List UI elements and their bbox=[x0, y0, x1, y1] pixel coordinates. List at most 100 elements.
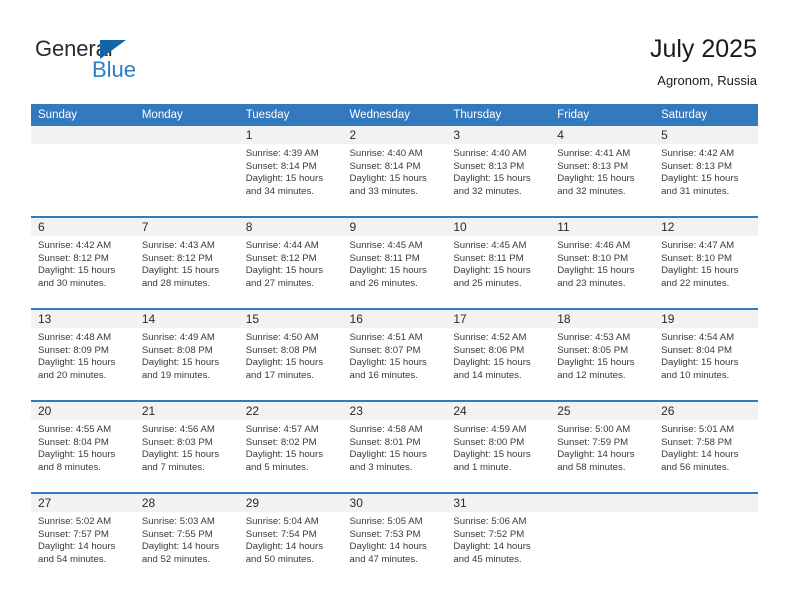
day-number-cell[interactable]: 13 bbox=[31, 308, 135, 328]
sunrise-text: Sunrise: 4:56 AM bbox=[141, 424, 215, 435]
day-number-cell[interactable]: 3 bbox=[446, 126, 551, 144]
day-number-cell[interactable]: 10 bbox=[446, 216, 551, 236]
day-number-cell[interactable]: 27 bbox=[31, 492, 135, 512]
calendar-table-wrapper: Sunday Monday Tuesday Wednesday Thursday… bbox=[31, 104, 758, 585]
daylight-text-line1: Daylight: 14 hours bbox=[557, 449, 635, 461]
day-detail-cell: Sunrise: 4:54 AM Sunset: 8:04 PM Dayligh… bbox=[654, 328, 758, 401]
day-detail-cell: Sunrise: 4:55 AM Sunset: 8:04 PM Dayligh… bbox=[31, 420, 135, 493]
day-number-cell[interactable]: 30 bbox=[342, 492, 447, 512]
day-number-cell[interactable] bbox=[550, 492, 655, 512]
daylight-text-line2: and 17 minutes. bbox=[245, 369, 314, 381]
daylight-text-line1: Daylight: 15 hours bbox=[245, 449, 324, 461]
daylight-text-line2: and 12 minutes. bbox=[557, 369, 626, 381]
day-number-cell[interactable]: 7 bbox=[134, 216, 239, 236]
day-number-cell[interactable]: 31 bbox=[446, 492, 551, 512]
day-detail-cell: Sunrise: 4:39 AM Sunset: 8:14 PM Dayligh… bbox=[238, 144, 343, 217]
day-detail-cell: Sunrise: 4:47 AM Sunset: 8:10 PM Dayligh… bbox=[654, 236, 758, 309]
day-number-cell[interactable]: 11 bbox=[550, 216, 655, 236]
sunrise-text: Sunrise: 4:44 AM bbox=[245, 240, 319, 251]
page-title: July 2025 bbox=[649, 35, 757, 63]
sunrise-text: Sunrise: 4:45 AM bbox=[349, 240, 423, 251]
day-detail-cell bbox=[550, 512, 655, 585]
sunset-text: Sunset: 7:57 PM bbox=[38, 528, 109, 540]
weekday-header-wednesday: Wednesday bbox=[342, 104, 447, 126]
daylight-text-line1: Daylight: 15 hours bbox=[245, 265, 324, 277]
daylight-text-line2: and 1 minute. bbox=[453, 461, 512, 473]
day-number-cell[interactable]: 5 bbox=[654, 126, 758, 144]
day-number-cell[interactable]: 25 bbox=[550, 400, 655, 420]
day-number-cell[interactable]: 2 bbox=[342, 126, 447, 144]
day-number-cell[interactable]: 4 bbox=[550, 126, 655, 144]
day-number-cell[interactable]: 19 bbox=[654, 308, 758, 328]
day-number-cell[interactable]: 26 bbox=[654, 400, 758, 420]
day-number-cell[interactable]: 1 bbox=[238, 126, 343, 144]
day-number-cell[interactable]: 14 bbox=[134, 308, 239, 328]
sunrise-text: Sunrise: 4:58 AM bbox=[349, 424, 423, 435]
daylight-text-line1: Daylight: 15 hours bbox=[557, 173, 635, 185]
general-blue-logo: General Blue bbox=[35, 36, 215, 86]
day-number-cell[interactable] bbox=[134, 126, 239, 144]
day-number-cell[interactable]: 18 bbox=[550, 308, 655, 328]
day-number-cell[interactable]: 28 bbox=[134, 492, 239, 512]
daylight-text-line1: Daylight: 14 hours bbox=[661, 449, 739, 461]
sunrise-text: Sunrise: 4:41 AM bbox=[557, 148, 631, 159]
sunset-text: Sunset: 7:52 PM bbox=[453, 528, 525, 540]
daylight-text-line1: Daylight: 15 hours bbox=[141, 265, 220, 277]
day-detail-cell: Sunrise: 5:01 AM Sunset: 7:58 PM Dayligh… bbox=[654, 420, 758, 493]
day-number-cell[interactable]: 24 bbox=[446, 400, 551, 420]
sunset-text: Sunset: 8:06 PM bbox=[453, 344, 525, 356]
day-number-cell[interactable] bbox=[654, 492, 758, 512]
sunrise-text: Sunrise: 4:42 AM bbox=[38, 240, 112, 251]
daylight-text-line2: and 45 minutes. bbox=[453, 553, 522, 565]
day-detail-cell: Sunrise: 5:00 AM Sunset: 7:59 PM Dayligh… bbox=[550, 420, 655, 493]
daylight-text-line1: Daylight: 15 hours bbox=[245, 173, 324, 185]
sunrise-text: Sunrise: 4:50 AM bbox=[245, 332, 319, 343]
day-detail-cell: Sunrise: 4:46 AM Sunset: 8:10 PM Dayligh… bbox=[550, 236, 655, 309]
daylight-text-line2: and 54 minutes. bbox=[38, 553, 107, 565]
week-row-daynumbers: 20 21 22 23 24 25 26 bbox=[31, 400, 758, 420]
day-number-cell[interactable]: 12 bbox=[654, 216, 758, 236]
daylight-text-line2: and 27 minutes. bbox=[245, 277, 314, 289]
day-number-cell[interactable]: 9 bbox=[342, 216, 447, 236]
weekday-header-saturday: Saturday bbox=[654, 104, 758, 126]
day-number-cell[interactable]: 20 bbox=[31, 400, 135, 420]
day-number-cell[interactable]: 15 bbox=[238, 308, 343, 328]
day-number-cell[interactable]: 21 bbox=[134, 400, 239, 420]
day-number-cell[interactable]: 8 bbox=[238, 216, 343, 236]
sunset-text: Sunset: 7:58 PM bbox=[661, 436, 732, 448]
sunrise-text: Sunrise: 5:04 AM bbox=[245, 516, 319, 527]
daylight-text-line1: Daylight: 15 hours bbox=[141, 449, 220, 461]
sunset-text: Sunset: 8:13 PM bbox=[661, 160, 732, 172]
day-number-cell[interactable]: 29 bbox=[238, 492, 343, 512]
day-detail-cell: Sunrise: 5:06 AM Sunset: 7:52 PM Dayligh… bbox=[446, 512, 551, 585]
sunset-text: Sunset: 8:04 PM bbox=[38, 436, 109, 448]
sunrise-text: Sunrise: 4:53 AM bbox=[557, 332, 631, 343]
day-number-cell[interactable]: 17 bbox=[446, 308, 551, 328]
day-number-cell[interactable] bbox=[31, 126, 135, 144]
sunrise-text: Sunrise: 4:45 AM bbox=[453, 240, 527, 251]
day-detail-cell: Sunrise: 4:45 AM Sunset: 8:11 PM Dayligh… bbox=[446, 236, 551, 309]
sunrise-text: Sunrise: 4:42 AM bbox=[661, 148, 735, 159]
daylight-text-line2: and 47 minutes. bbox=[349, 553, 418, 565]
weekday-header-sunday: Sunday bbox=[31, 104, 135, 126]
sunset-text: Sunset: 8:13 PM bbox=[557, 160, 629, 172]
day-detail-cell: Sunrise: 4:40 AM Sunset: 8:13 PM Dayligh… bbox=[446, 144, 551, 217]
daylight-text-line2: and 10 minutes. bbox=[661, 369, 730, 381]
sunrise-text: Sunrise: 4:40 AM bbox=[453, 148, 527, 159]
sunset-text: Sunset: 8:08 PM bbox=[245, 344, 317, 356]
sunset-text: Sunset: 8:11 PM bbox=[453, 252, 524, 264]
daylight-text-line2: and 19 minutes. bbox=[141, 369, 211, 381]
day-number-cell[interactable]: 16 bbox=[342, 308, 447, 328]
sunset-text: Sunset: 7:53 PM bbox=[349, 528, 421, 540]
calendar-table: Sunday Monday Tuesday Wednesday Thursday… bbox=[31, 104, 758, 585]
day-number-cell[interactable]: 23 bbox=[342, 400, 447, 420]
daylight-text-line1: Daylight: 15 hours bbox=[349, 265, 427, 277]
day-detail-cell bbox=[134, 144, 239, 217]
sunset-text: Sunset: 7:54 PM bbox=[245, 528, 317, 540]
daylight-text-line2: and 32 minutes. bbox=[557, 185, 626, 197]
day-number-cell[interactable]: 22 bbox=[238, 400, 343, 420]
day-number-cell[interactable]: 6 bbox=[31, 216, 135, 236]
sunrise-text: Sunrise: 4:40 AM bbox=[349, 148, 423, 159]
week-row-daynumbers: 13 14 15 16 17 18 19 bbox=[31, 308, 758, 328]
sunset-text: Sunset: 8:13 PM bbox=[453, 160, 525, 172]
